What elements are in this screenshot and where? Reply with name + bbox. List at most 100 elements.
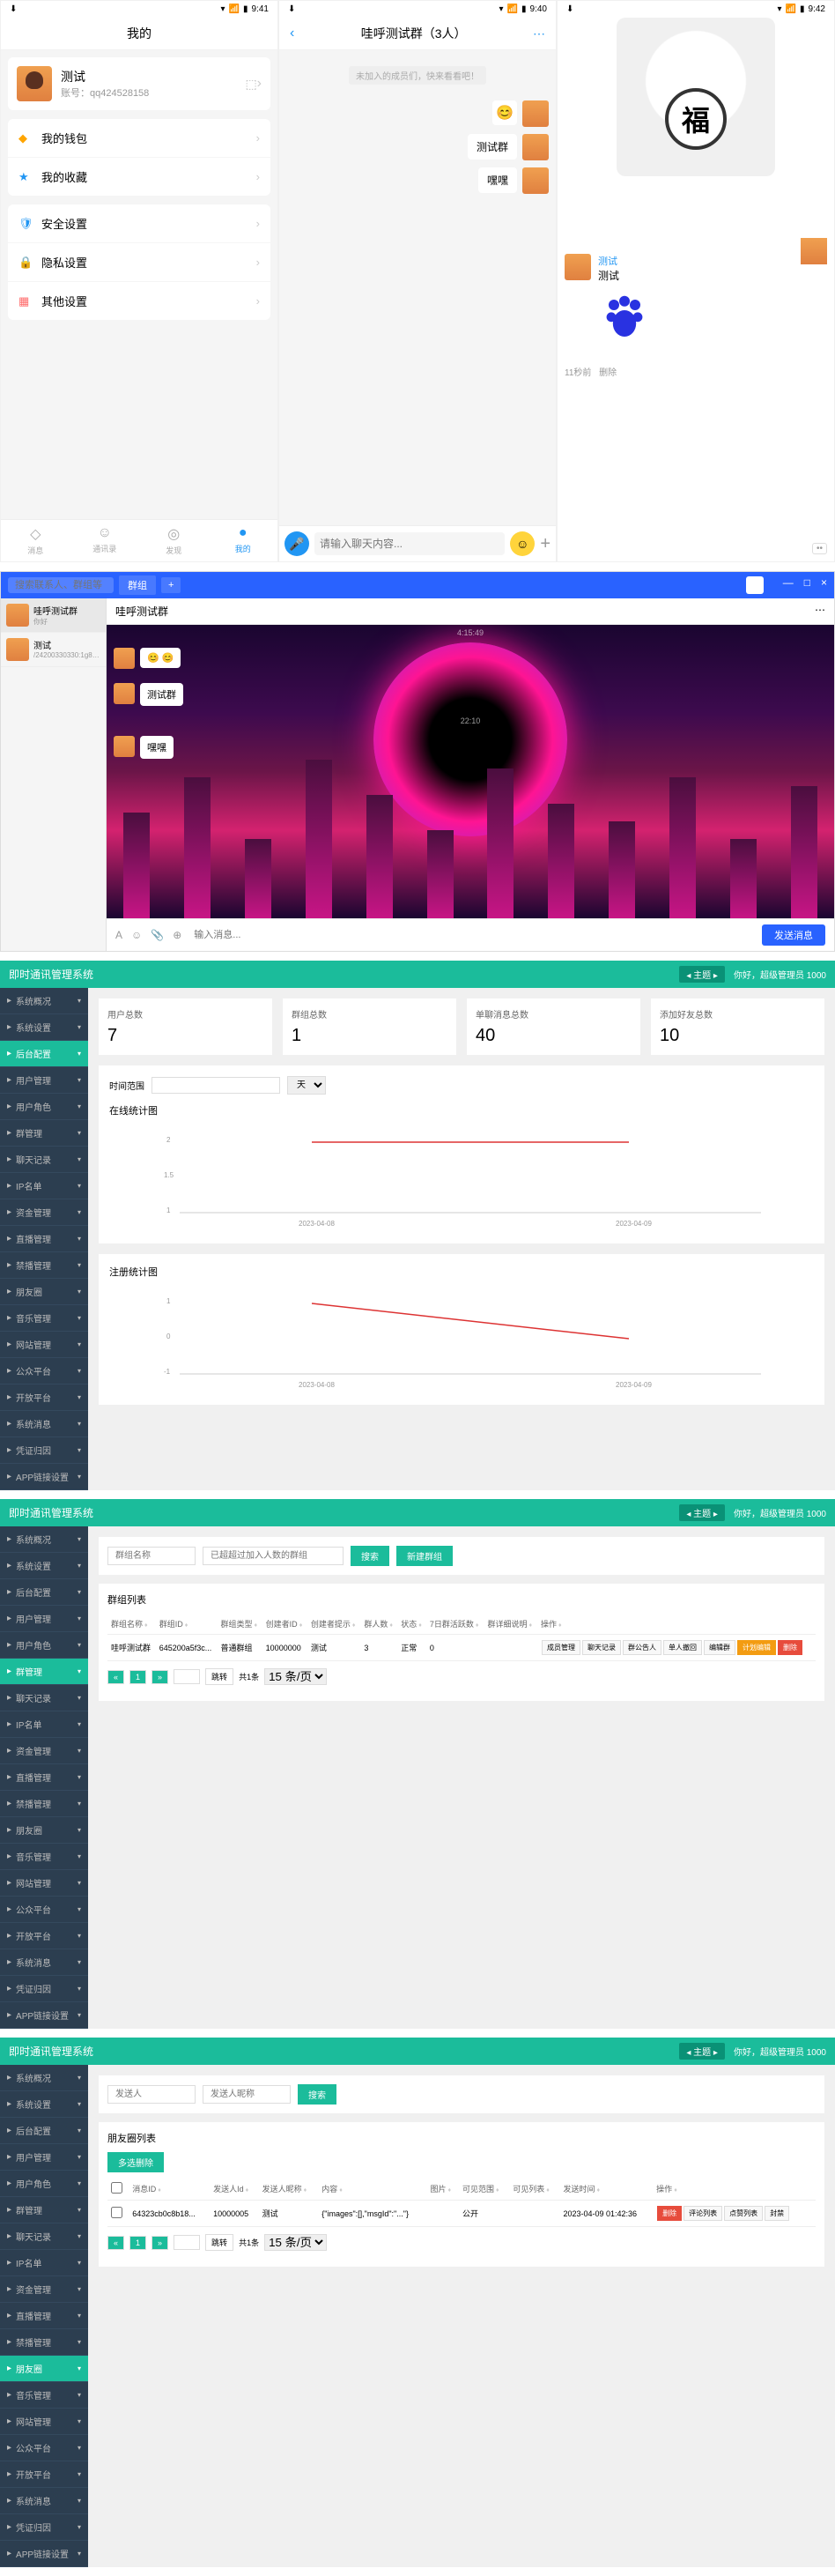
sidebar-item[interactable]: ▸音乐管理▾ bbox=[0, 1844, 88, 1870]
multi-delete-button[interactable]: 多选删除 bbox=[107, 2152, 164, 2172]
op-button[interactable]: 评论列表 bbox=[684, 2206, 722, 2221]
menu-wallet[interactable]: ◆我的钱包› bbox=[8, 119, 270, 158]
theme-button[interactable]: ◂ 主题 ▸ bbox=[679, 1504, 725, 1521]
unit-select[interactable]: 天 bbox=[287, 1076, 326, 1095]
avatar[interactable] bbox=[114, 736, 135, 757]
sidebar-item[interactable]: ▸禁播管理▾ bbox=[0, 2329, 88, 2356]
select-all[interactable] bbox=[111, 2182, 122, 2194]
sidebar-item[interactable]: ▸系统消息▾ bbox=[0, 2488, 88, 2514]
mic-button[interactable]: 🎤 bbox=[284, 531, 309, 556]
op-button[interactable]: 删除 bbox=[657, 2206, 682, 2221]
col-header[interactable]: 群组ID♦ bbox=[156, 1614, 218, 1635]
col-header[interactable]: 发送时间♦ bbox=[559, 2178, 653, 2201]
op-button[interactable]: 成员管理 bbox=[542, 1640, 580, 1655]
close-button[interactable]: × bbox=[821, 576, 827, 594]
date-range-input[interactable] bbox=[151, 1077, 280, 1094]
sidebar-item[interactable]: ▸后台配置▾ bbox=[0, 2118, 88, 2144]
font-icon[interactable]: A bbox=[115, 929, 122, 941]
profile-card[interactable]: 测试 账号：qq424528158 ⬚ › bbox=[8, 57, 270, 110]
sidebar-item[interactable]: ▸公众平台▾ bbox=[0, 2435, 88, 2461]
chat-input[interactable] bbox=[314, 532, 505, 555]
sidebar-item[interactable]: ▸系统消息▾ bbox=[0, 1949, 88, 1976]
sidebar-item[interactable]: ▸资金管理▾ bbox=[0, 1738, 88, 1764]
sidebar-item[interactable]: ▸音乐管理▾ bbox=[0, 1305, 88, 1332]
jump-button[interactable]: 跳转 bbox=[205, 1668, 233, 1685]
theme-button[interactable]: ◂ 主题 ▸ bbox=[679, 966, 725, 983]
sidebar-item[interactable]: ▸开放平台▾ bbox=[0, 1923, 88, 1949]
menu-security[interactable]: 🛡安全设置› bbox=[8, 204, 270, 243]
col-header[interactable]: 群详细说明♦ bbox=[484, 1614, 537, 1635]
page-prev[interactable]: « bbox=[107, 1670, 124, 1684]
filter-nickname[interactable] bbox=[203, 2085, 291, 2104]
page-next[interactable]: » bbox=[151, 1670, 168, 1684]
delete-link[interactable]: 删除 bbox=[599, 368, 617, 378]
sidebar-item[interactable]: ▸资金管理▾ bbox=[0, 1199, 88, 1226]
post-author[interactable]: 测试 bbox=[598, 254, 651, 268]
user-info[interactable]: 你好，超级管理员 1000 bbox=[734, 968, 826, 981]
plus-button[interactable]: + bbox=[540, 534, 551, 554]
add-tab-button[interactable]: + bbox=[161, 577, 181, 593]
send-button[interactable]: 发送消息 bbox=[762, 924, 825, 946]
sidebar-item[interactable]: ▸聊天记录▾ bbox=[0, 2223, 88, 2250]
contact-item[interactable]: 测试/24200330330:1g89=g... bbox=[1, 633, 106, 667]
sidebar-item[interactable]: ▸用户管理▾ bbox=[0, 1606, 88, 1632]
nav-me[interactable]: ●我的 bbox=[209, 525, 278, 556]
sidebar-item[interactable]: ▸朋友圈▾ bbox=[0, 1817, 88, 1844]
sidebar-item[interactable]: ▸禁播管理▾ bbox=[0, 1252, 88, 1279]
user-info[interactable]: 你好，超级管理员 1000 bbox=[734, 2045, 826, 2058]
sidebar-item[interactable]: ▸用户管理▾ bbox=[0, 1067, 88, 1094]
sidebar-item[interactable]: ▸聊天记录▾ bbox=[0, 1147, 88, 1173]
filter-exceed[interactable] bbox=[203, 1547, 344, 1565]
op-button[interactable]: 点赞列表 bbox=[724, 2206, 763, 2221]
op-button[interactable]: 计划编辑 bbox=[737, 1640, 776, 1655]
sidebar-item[interactable]: ▸网站管理▾ bbox=[0, 1332, 88, 1358]
sidebar-item[interactable]: ▸聊天记录▾ bbox=[0, 1685, 88, 1711]
sidebar-item[interactable]: ▸群管理▾ bbox=[0, 1120, 88, 1147]
sidebar-item[interactable]: ▸系统概况▾ bbox=[0, 1526, 88, 1553]
op-button[interactable]: 封禁 bbox=[765, 2206, 789, 2221]
menu-favorite[interactable]: ★我的收藏› bbox=[8, 158, 270, 196]
col-header[interactable]: 创建者ID♦ bbox=[262, 1614, 307, 1635]
op-button[interactable]: 单人撤回 bbox=[663, 1640, 702, 1655]
sidebar-item[interactable]: ▸用户角色▾ bbox=[0, 2171, 88, 2197]
menu-privacy[interactable]: 🔒隐私设置› bbox=[8, 243, 270, 282]
sidebar-item[interactable]: ▸朋友圈▾ bbox=[0, 2356, 88, 2382]
minimize-button[interactable]: — bbox=[783, 576, 794, 594]
menu-other[interactable]: ▦其他设置› bbox=[8, 282, 270, 320]
contact-item[interactable]: 哇呼测试群你好 bbox=[1, 598, 106, 633]
sidebar-item[interactable]: ▸资金管理▾ bbox=[0, 2276, 88, 2303]
op-button[interactable]: 聊天记录 bbox=[582, 1640, 621, 1655]
col-header[interactable]: 可见列表♦ bbox=[509, 2178, 559, 2201]
op-button[interactable]: 群公告人 bbox=[623, 1640, 661, 1655]
filter-name[interactable] bbox=[107, 1547, 196, 1565]
sidebar-item[interactable]: ▸开放平台▾ bbox=[0, 1385, 88, 1411]
nav-discover[interactable]: ◎发现 bbox=[139, 525, 209, 556]
emoji-icon[interactable]: ☺ bbox=[131, 929, 142, 941]
nav-contacts[interactable]: ☺通讯录 bbox=[70, 525, 140, 556]
sidebar-item[interactable]: ▸禁播管理▾ bbox=[0, 1791, 88, 1817]
sidebar-item[interactable]: ▸凭证归因▾ bbox=[0, 2514, 88, 2541]
avatar[interactable] bbox=[522, 100, 549, 127]
sidebar-item[interactable]: ▸群管理▾ bbox=[0, 1659, 88, 1685]
sidebar-item[interactable]: ▸群管理▾ bbox=[0, 2197, 88, 2223]
sidebar-item[interactable]: ▸后台配置▾ bbox=[0, 1579, 88, 1606]
more-icon[interactable]: ⋯ bbox=[533, 26, 545, 41]
sidebar-item[interactable]: ▸系统概况▾ bbox=[0, 988, 88, 1014]
page-next[interactable]: » bbox=[151, 2236, 168, 2250]
sidebar-item[interactable]: ▸系统设置▾ bbox=[0, 2091, 88, 2118]
avatar[interactable] bbox=[522, 134, 549, 160]
col-header[interactable]: 消息ID♦ bbox=[129, 2178, 210, 2201]
avatar[interactable] bbox=[565, 254, 591, 280]
chat-more-icon[interactable]: ⋯ bbox=[815, 604, 825, 619]
sidebar-item[interactable]: ▸音乐管理▾ bbox=[0, 2382, 88, 2409]
op-button[interactable]: 编辑群 bbox=[704, 1640, 735, 1655]
col-header[interactable]: 群组类型♦ bbox=[217, 1614, 262, 1635]
sidebar-item[interactable]: ▸APP链接设置▾ bbox=[0, 2002, 88, 2029]
page-jump-input[interactable] bbox=[174, 1669, 200, 1684]
sidebar-item[interactable]: ▸系统设置▾ bbox=[0, 1014, 88, 1041]
col-header[interactable]: 7日群活跃数♦ bbox=[426, 1614, 484, 1635]
sidebar-item[interactable]: ▸网站管理▾ bbox=[0, 1870, 88, 1897]
sidebar-item[interactable]: ▸网站管理▾ bbox=[0, 2409, 88, 2435]
col-header[interactable]: 操作♦ bbox=[537, 1614, 816, 1635]
col-header[interactable]: 状态♦ bbox=[397, 1614, 426, 1635]
